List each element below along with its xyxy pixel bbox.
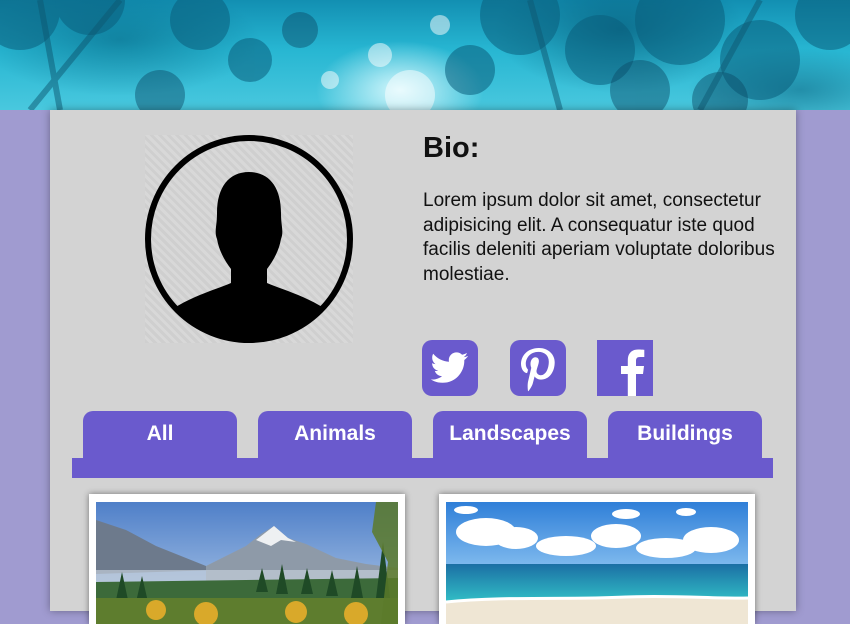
facebook-link[interactable]	[597, 340, 653, 396]
forest-canopy-image	[0, 0, 850, 110]
mountain-landscape-image	[96, 502, 398, 624]
tabs-underline-bar	[72, 458, 773, 478]
twitter-link[interactable]	[422, 340, 478, 396]
profile-card: Bio: Lorem ipsum dolor sit amet, consect…	[50, 110, 796, 624]
pinterest-link[interactable]	[510, 340, 566, 396]
avatar	[145, 135, 353, 343]
tab-all[interactable]: All	[83, 411, 237, 459]
user-silhouette-icon	[145, 135, 353, 343]
bio-text: Lorem ipsum dolor sit amet, consectetur …	[423, 190, 775, 285]
gallery-item-mountains[interactable]	[89, 494, 405, 624]
gallery-item-beach[interactable]	[439, 494, 755, 624]
beach-seascape-image	[446, 502, 748, 624]
tab-landscapes[interactable]: Landscapes	[433, 411, 587, 459]
tab-animals[interactable]: Animals	[258, 411, 412, 459]
twitter-icon	[422, 340, 478, 396]
facebook-icon	[597, 340, 653, 396]
bio-title: Bio:	[423, 132, 480, 164]
header-banner	[0, 0, 850, 110]
pinterest-icon	[510, 340, 566, 396]
tab-buildings[interactable]: Buildings	[608, 411, 762, 459]
